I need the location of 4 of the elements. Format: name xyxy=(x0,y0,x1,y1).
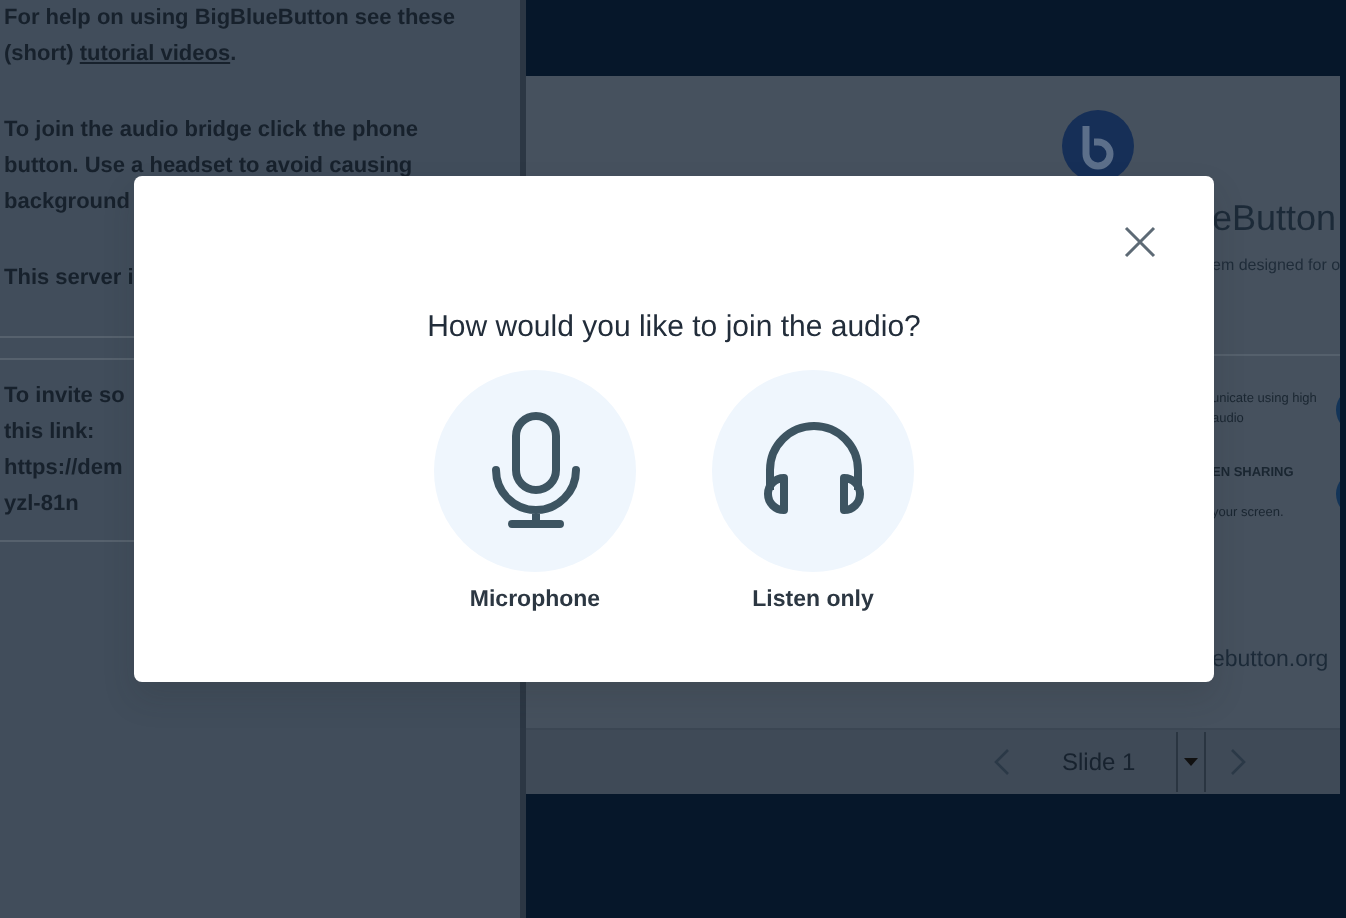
dialog-title: How would you like to join the audio? xyxy=(427,308,921,348)
close-button[interactable] xyxy=(1122,224,1158,260)
logo-icon xyxy=(1062,110,1134,182)
dropdown-caret-icon[interactable] xyxy=(1175,732,1206,792)
